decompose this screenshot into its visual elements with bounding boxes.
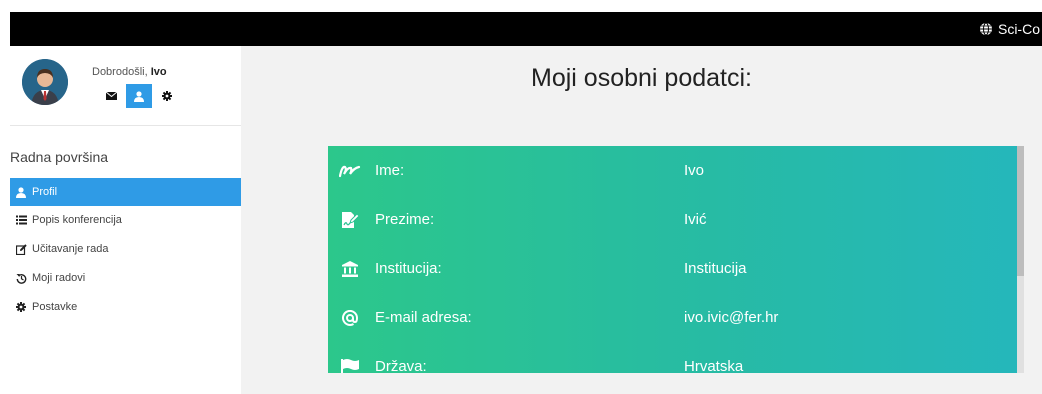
brand-link[interactable]: Sci-Co	[979, 12, 1040, 46]
globe-icon	[979, 22, 992, 36]
gear-icon	[162, 91, 172, 101]
at-icon	[342, 309, 358, 326]
greeting-label: Dobrodošli,	[92, 66, 148, 78]
sidebar-item-label: Profil	[32, 186, 58, 198]
sidebar-item-label: Moji radovi	[32, 272, 86, 284]
field-row-prezime: Prezime: Ivić	[328, 195, 1021, 244]
field-row-ime: Ime: Ivo	[328, 146, 1021, 195]
field-value: ivo.ivic@fer.hr	[684, 309, 779, 326]
user-panel: Dobrodošli, Ivo	[10, 46, 241, 126]
sidebar-item-label: Popis konferencija	[32, 214, 122, 226]
signature-icon	[339, 165, 361, 177]
field-row-email: E-mail adresa: ivo.ivic@fer.hr	[328, 293, 1021, 342]
avatar	[22, 59, 68, 105]
gear-icon	[16, 302, 26, 312]
list-icon	[15, 215, 27, 225]
welcome-text: Dobrodošli, Ivo	[92, 66, 167, 78]
history-icon	[16, 273, 26, 284]
field-label: Država:	[375, 358, 427, 373]
sidebar-menu: Profil Popis konferencija Učitavanje rad…	[10, 178, 241, 324]
field-label: E-mail adresa:	[375, 309, 472, 326]
section-title: Radna površina	[10, 149, 109, 165]
field-row-institucija: Institucija: Institucija	[328, 244, 1021, 293]
user-icon	[134, 90, 144, 102]
sidebar-item-ucitavanje-rada[interactable]: Učitavanje rada	[10, 237, 241, 261]
field-label: Prezime:	[375, 211, 435, 228]
profile-card[interactable]: Ime: Ivo Prezime: Ivić Institucija: Inst…	[328, 146, 1021, 373]
field-value: Ivo	[684, 162, 705, 179]
profile-button[interactable]	[126, 84, 152, 108]
user-icon	[16, 186, 26, 198]
sidebar-item-moji-radovi[interactable]: Moji radovi	[10, 266, 241, 290]
edit-icon	[15, 243, 27, 255]
field-value: Ivić	[684, 211, 707, 228]
file-signature-icon	[342, 211, 359, 228]
scrollbar-thumb[interactable]	[1017, 146, 1024, 276]
sidebar-item-label: Postavke	[32, 301, 78, 313]
field-label: Ime:	[375, 162, 405, 179]
top-navbar: Sci-Co	[10, 12, 1042, 46]
university-icon	[342, 260, 358, 277]
envelope-icon	[105, 92, 117, 100]
user-name: Ivo	[150, 66, 167, 78]
settings-button[interactable]	[154, 84, 180, 108]
field-value: Institucija	[684, 260, 747, 277]
card-scrollbar[interactable]	[1017, 146, 1024, 373]
sidebar: Dobrodošli, Ivo Radna površina Profil Po…	[10, 46, 241, 394]
field-value: Hrvatska	[684, 358, 744, 373]
sidebar-item-postavke[interactable]: Postavke	[10, 295, 241, 319]
messages-button[interactable]	[98, 84, 124, 108]
flag-icon	[341, 358, 359, 373]
main-content: Moji osobni podatci: Ime: Ivo Prezime: I…	[241, 46, 1042, 394]
page-title: Moji osobni podatci:	[531, 64, 752, 92]
field-label: Institucija:	[375, 260, 442, 277]
field-row-drzava: Država: Hrvatska	[328, 342, 1021, 373]
sidebar-item-profil[interactable]: Profil	[10, 178, 241, 206]
brand-name: Sci-Co	[997, 21, 1040, 37]
sidebar-item-label: Učitavanje rada	[32, 243, 109, 255]
sidebar-item-popis-konferencija[interactable]: Popis konferencija	[10, 208, 241, 232]
